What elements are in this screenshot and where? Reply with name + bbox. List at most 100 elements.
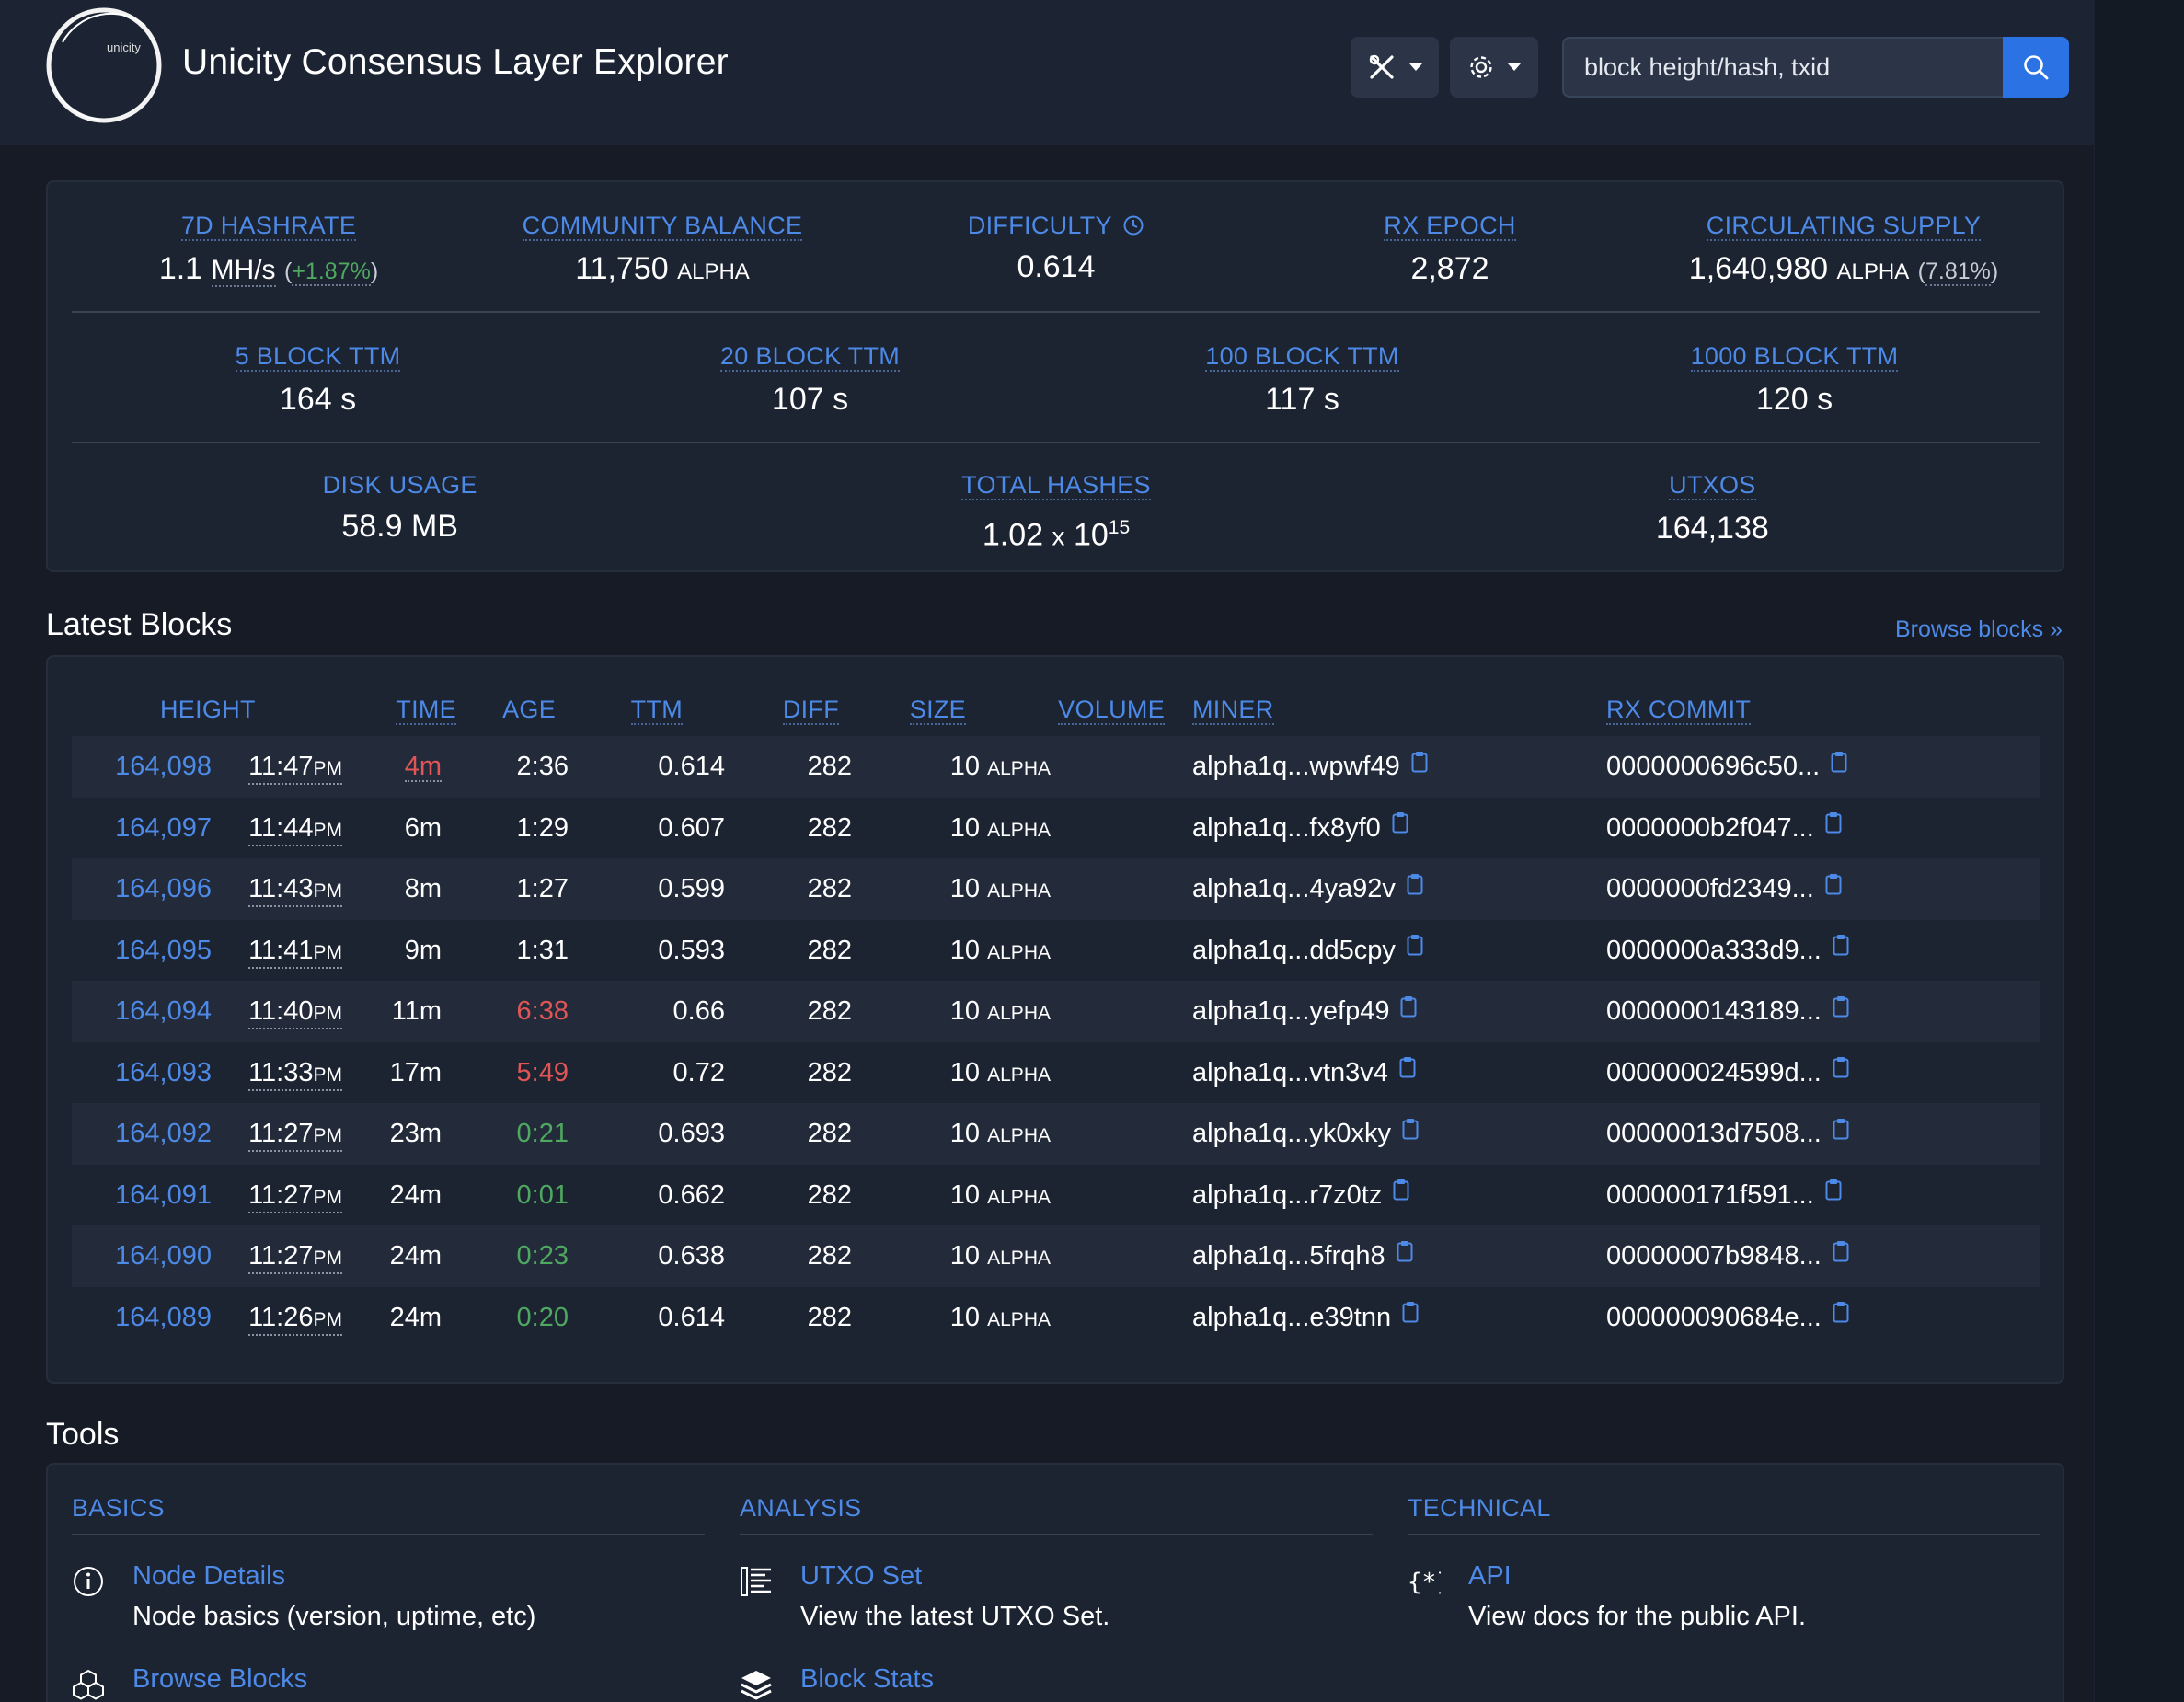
copy-icon[interactable]: [1825, 795, 1842, 857]
chevron-down-icon: [1409, 63, 1422, 71]
tools-menu-button[interactable]: [1351, 37, 1439, 98]
col-height: HEIGHT: [160, 696, 256, 723]
settings-menu-button[interactable]: [1450, 37, 1538, 98]
tool-api: {*} API View docs for the public API.: [1408, 1561, 2040, 1664]
block-size: 282: [807, 1119, 852, 1148]
stat-label[interactable]: TOTAL HASHES: [961, 471, 1151, 500]
block-ttm: 1:27: [516, 874, 569, 903]
copy-icon[interactable]: [1833, 1101, 1849, 1163]
copy-icon[interactable]: [1833, 917, 1849, 979]
col-miner[interactable]: MINER: [1192, 694, 1274, 725]
stat-label[interactable]: 7D HASHRATE: [180, 212, 357, 241]
copy-icon[interactable]: [1393, 1162, 1409, 1224]
col-size[interactable]: SIZE: [909, 694, 966, 725]
block-time[interactable]: 11:41PM: [248, 920, 342, 982]
col-time[interactable]: TIME: [396, 694, 456, 725]
copy-icon[interactable]: [1833, 1040, 1849, 1101]
search-button[interactable]: [2003, 37, 2069, 98]
block-time[interactable]: 11:27PM: [248, 1165, 342, 1226]
copy-icon[interactable]: [1392, 795, 1408, 857]
block-difficulty: 0.66: [672, 996, 725, 1026]
block-height-link[interactable]: 164,090: [115, 1225, 212, 1287]
block-miner: alpha1q...5frqh8: [1192, 1225, 1413, 1287]
copy-icon[interactable]: [1833, 1284, 1849, 1346]
block-time[interactable]: 11:47PM: [248, 736, 342, 798]
copy-icon[interactable]: [1831, 734, 1847, 796]
stat-value: 58.9 MB: [341, 509, 458, 544]
copy-icon[interactable]: [1402, 1101, 1419, 1163]
block-volume: 10 ALPHA: [949, 1119, 1051, 1148]
block-height-link[interactable]: 164,092: [115, 1103, 212, 1165]
block-difficulty: 0.662: [658, 1179, 725, 1210]
block-height-link[interactable]: 164,094: [115, 981, 212, 1042]
block-size: 282: [807, 935, 852, 965]
stat-label[interactable]: 100 BLOCK TTM: [1205, 342, 1399, 372]
block-size: 282: [807, 812, 852, 843]
copy-icon[interactable]: [1833, 1224, 1849, 1285]
copy-icon[interactable]: [1399, 1040, 1416, 1101]
block-time[interactable]: 11:26PM: [248, 1287, 342, 1349]
stat-label[interactable]: 5 BLOCK TTM: [235, 342, 401, 372]
block-height-link[interactable]: 164,089: [115, 1287, 212, 1349]
col-rx-commit[interactable]: RX COMMIT: [1606, 694, 1752, 725]
col-volume[interactable]: VOLUME: [1058, 694, 1165, 725]
block-height-link[interactable]: 164,093: [115, 1042, 212, 1104]
block-height-link[interactable]: 164,097: [115, 798, 212, 859]
latest-blocks-title: Latest Blocks: [46, 607, 233, 642]
block-volume: 10 ALPHA: [949, 1057, 1051, 1087]
stat-unit: ALPHA: [677, 259, 750, 284]
stat-label[interactable]: COMMUNITY BALANCE: [522, 212, 803, 241]
block-time[interactable]: 11:27PM: [248, 1225, 342, 1287]
copy-icon[interactable]: [1411, 734, 1428, 796]
block-size: 282: [807, 1179, 852, 1210]
stat-label[interactable]: UTXOS: [1669, 471, 1756, 500]
clock-icon[interactable]: [1122, 214, 1144, 236]
block-height-link[interactable]: 164,096: [115, 858, 212, 920]
block-rx-commit: 000000171f591...: [1606, 1165, 1842, 1226]
block-rx-commit: 0000000b2f047...: [1606, 798, 1842, 859]
block-size: 282: [807, 1241, 852, 1271]
copy-icon[interactable]: [1407, 857, 1423, 918]
block-volume: 10 ALPHA: [949, 1179, 1051, 1210]
copy-icon[interactable]: [1825, 1162, 1842, 1224]
block-time[interactable]: 11:43PM: [248, 858, 342, 920]
scrollbar[interactable]: [2094, 0, 2184, 1702]
block-time[interactable]: 11:40PM: [248, 981, 342, 1042]
stat-label[interactable]: 20 BLOCK TTM: [719, 342, 901, 372]
block-height-link[interactable]: 164,095: [115, 920, 212, 982]
col-ttm[interactable]: TTM: [630, 694, 683, 725]
stat-community-balance: COMMUNITY BALANCE 11,750 ALPHA: [466, 212, 859, 291]
copy-icon[interactable]: [1407, 917, 1423, 979]
block-time[interactable]: 11:27PM: [248, 1103, 342, 1165]
tool-link[interactable]: Node Details: [132, 1561, 285, 1592]
exponent: 15: [1108, 517, 1131, 538]
tool-description: View the latest UTXO Set.: [800, 1602, 1110, 1631]
stat-label[interactable]: CIRCULATING SUPPLY: [1706, 212, 1982, 241]
stat-value: 11,750: [575, 251, 669, 286]
app-title[interactable]: Unicity Consensus Layer Explorer: [182, 42, 729, 83]
tool-link[interactable]: Browse Blocks: [132, 1664, 307, 1695]
copy-icon[interactable]: [1397, 1224, 1413, 1285]
block-age: 24m: [389, 1302, 442, 1332]
col-diff[interactable]: DIFF: [782, 694, 839, 725]
braces-icon: {*}: [1408, 1569, 1441, 1596]
logo-ring-icon[interactable]: unicity: [44, 6, 164, 125]
copy-icon[interactable]: [1833, 979, 1849, 1041]
tool-link[interactable]: UTXO Set: [800, 1561, 922, 1592]
gear-icon: [1470, 56, 1492, 78]
block-height-link[interactable]: 164,091: [115, 1165, 212, 1226]
copy-icon[interactable]: [1400, 979, 1417, 1041]
search-icon: [2024, 55, 2049, 80]
stat-label[interactable]: 1000 BLOCK TTM: [1690, 342, 1899, 372]
block-time[interactable]: 11:33PM: [248, 1042, 342, 1104]
tool-link[interactable]: Block Stats: [800, 1664, 934, 1695]
tool-link[interactable]: API: [1468, 1561, 1512, 1592]
browse-blocks-link[interactable]: Browse blocks »: [1895, 616, 2063, 643]
block-ttm: 0:21: [516, 1119, 569, 1148]
copy-icon[interactable]: [1402, 1284, 1419, 1346]
copy-icon[interactable]: [1825, 857, 1842, 918]
block-height-link[interactable]: 164,098: [115, 736, 212, 798]
search-input[interactable]: [1562, 37, 2004, 98]
stat-label[interactable]: RX EPOCH: [1384, 212, 1516, 241]
block-time[interactable]: 11:44PM: [248, 798, 342, 859]
